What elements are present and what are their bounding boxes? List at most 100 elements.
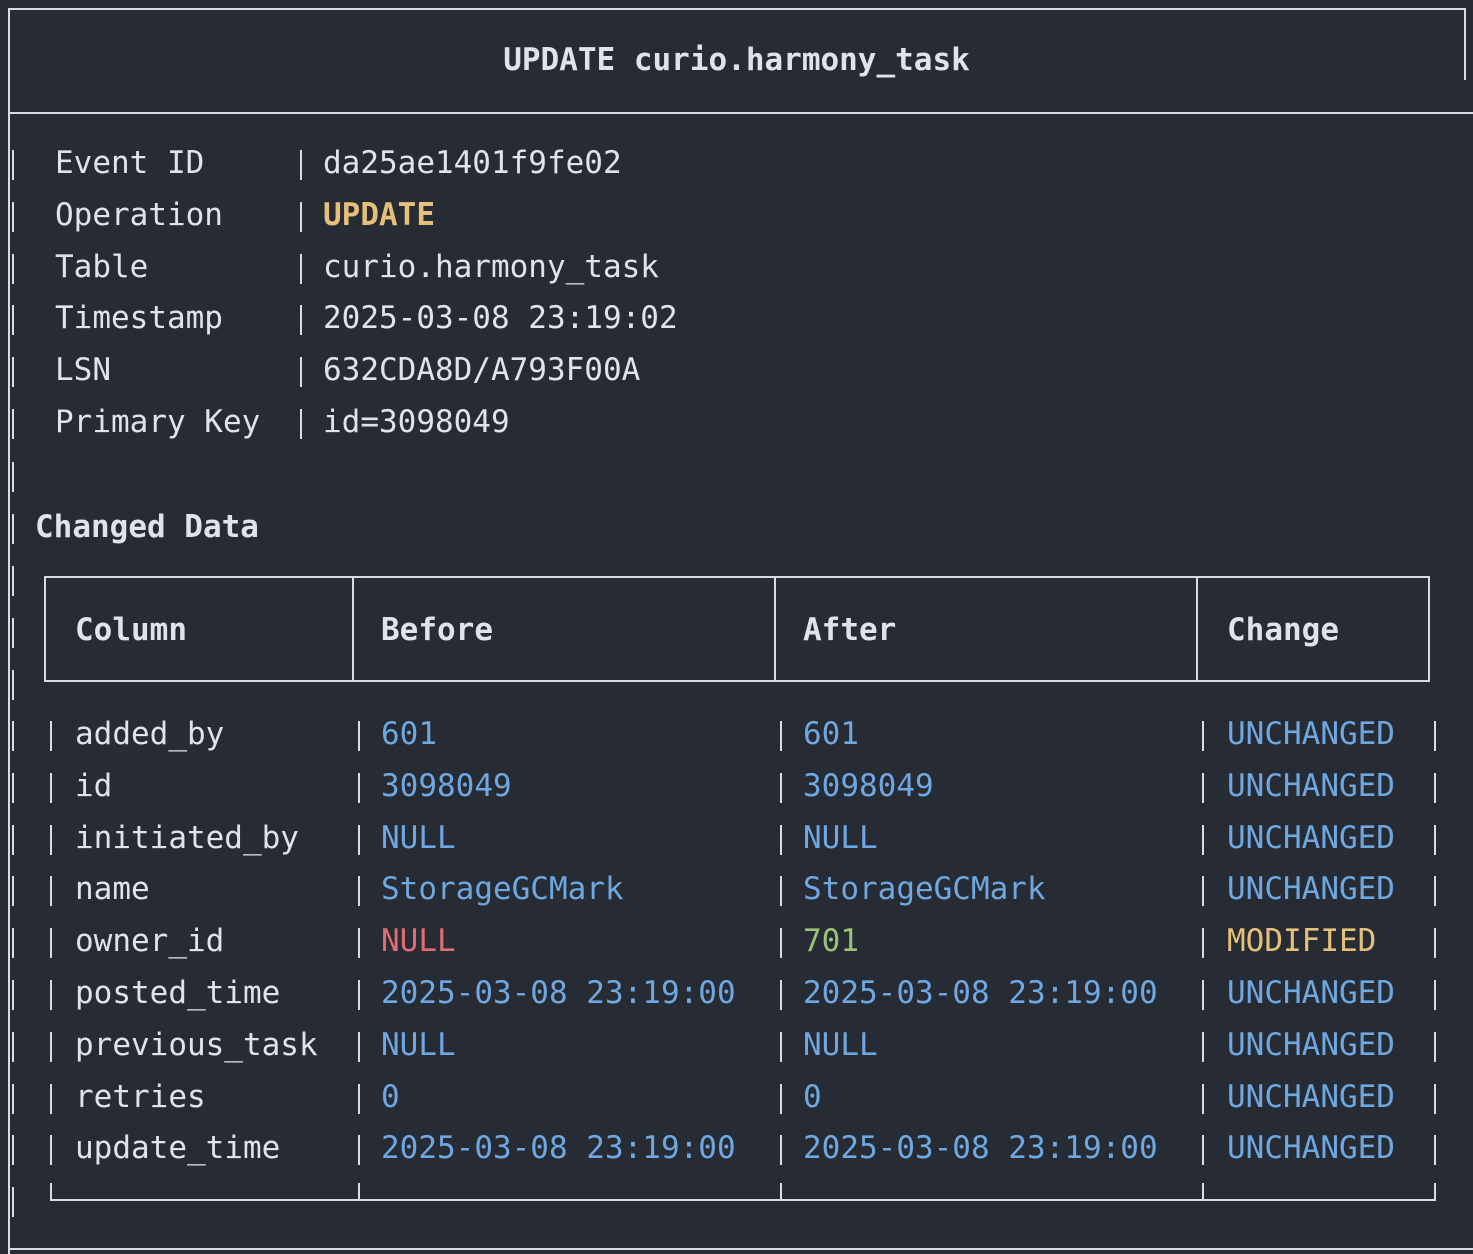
cell-divider [50,1083,52,1114]
cell-after: 2025-03-08 23:19:00 [803,1130,1158,1167]
cell-divider [1434,928,1436,959]
cell-divider [780,824,782,855]
cell-divider [1202,980,1204,1010]
cell-column: retries [75,1078,206,1115]
cell-divider [1202,876,1204,907]
cell-after: 2025-03-08 23:19:00 [803,975,1158,1011]
frame-pipe [12,928,14,959]
meta-label: Primary Key [55,404,261,440]
frame-pipe [12,305,14,336]
section-title: Changed Data [35,509,259,545]
table-header-before: Before [381,612,493,648]
cell-divider [780,980,782,1010]
meta-separator [300,150,302,180]
cell-divider [1202,1083,1204,1114]
cell-divider [1434,772,1436,803]
frame-pipe [12,1083,14,1114]
frame-pipe [12,409,14,439]
table-bottom-divider [1434,1183,1436,1202]
table-header-divider [44,576,46,682]
meta-value: 2025-03-08 23:19:02 [323,300,678,337]
cell-divider [1434,1031,1436,1062]
meta-separator [300,305,302,336]
cell-divider [358,721,360,751]
meta-value: 632CDA8D/A793F00A [323,352,641,389]
cell-divider [1202,721,1204,751]
table-top-border [44,576,1430,578]
cell-divider [358,824,360,855]
cell-change: MODIFIED [1227,923,1377,960]
cell-divider [1434,1083,1436,1114]
meta-label: LSN [55,352,111,389]
meta-label: Operation [55,196,223,233]
cell-divider [50,876,52,907]
frame-pipe [12,772,14,803]
cell-after: 601 [803,716,859,752]
cell-before: StorageGCMark [381,871,624,908]
frame-pipe [12,618,14,648]
frame-pipe [12,721,14,751]
cell-column: owner_id [75,923,225,960]
cell-divider [1434,980,1436,1010]
cell-divider [1434,1135,1436,1166]
cell-divider [50,721,52,751]
frame-pipe [12,824,14,855]
meta-value: curio.harmony_task [323,248,659,285]
meta-label: Event ID [55,145,205,181]
meta-label: Table [55,248,149,285]
meta-separator [300,201,302,232]
cell-divider [50,980,52,1010]
cell-divider [1434,721,1436,751]
frame-pipe [12,462,14,492]
table-header-change: Change [1227,612,1339,648]
meta-value: id=3098049 [323,404,510,440]
cell-divider [1434,824,1436,855]
frame-top-border [8,8,1466,10]
cell-divider [358,928,360,959]
cell-column: added_by [75,716,225,752]
cell-change: UNCHANGED [1227,1078,1395,1115]
cell-before: 2025-03-08 23:19:00 [381,975,736,1011]
frame-pipe [12,150,14,180]
cell-before: NULL [381,819,456,856]
table-bottom-divider [50,1183,52,1202]
cell-divider [50,1135,52,1166]
cell-after: 0 [803,1078,822,1115]
table-header-after: After [803,612,897,648]
cell-change: UNCHANGED [1227,716,1395,752]
cell-before: NULL [381,923,456,960]
cell-column: update_time [75,1130,281,1167]
table-bottom-divider [780,1183,782,1202]
cell-after: StorageGCMark [803,871,1046,908]
cell-divider [1202,824,1204,855]
table-header-divider [1196,576,1198,682]
cell-divider [780,772,782,803]
cell-change: UNCHANGED [1227,871,1395,908]
cell-divider [358,876,360,907]
cell-divider [358,1135,360,1166]
frame-pipe [12,1187,14,1218]
cell-column: posted_time [75,975,281,1011]
cell-divider [358,1031,360,1062]
title-separator [8,112,1473,114]
frame-pipe [12,980,14,1010]
frame-pipe [12,1031,14,1062]
page-title: UPDATE curio.harmony_task [503,42,970,78]
cell-before: 3098049 [381,767,512,804]
cell-after: NULL [803,1026,878,1063]
frame-bottom-border [8,1248,1473,1250]
frame-pipe [12,253,14,284]
frame-pipe [12,201,14,232]
cell-change: UNCHANGED [1227,819,1395,856]
cell-divider [1202,772,1204,803]
cell-divider [50,824,52,855]
cell-divider [358,1083,360,1114]
table-bottom-divider [358,1183,360,1202]
table-header-divider [352,576,354,682]
cell-divider [1434,876,1436,907]
cell-before: 2025-03-08 23:19:00 [381,1130,736,1167]
table-header-separator [44,680,1430,682]
frame-pipe [12,566,14,596]
cell-divider [1202,1135,1204,1166]
cell-after: NULL [803,819,878,856]
